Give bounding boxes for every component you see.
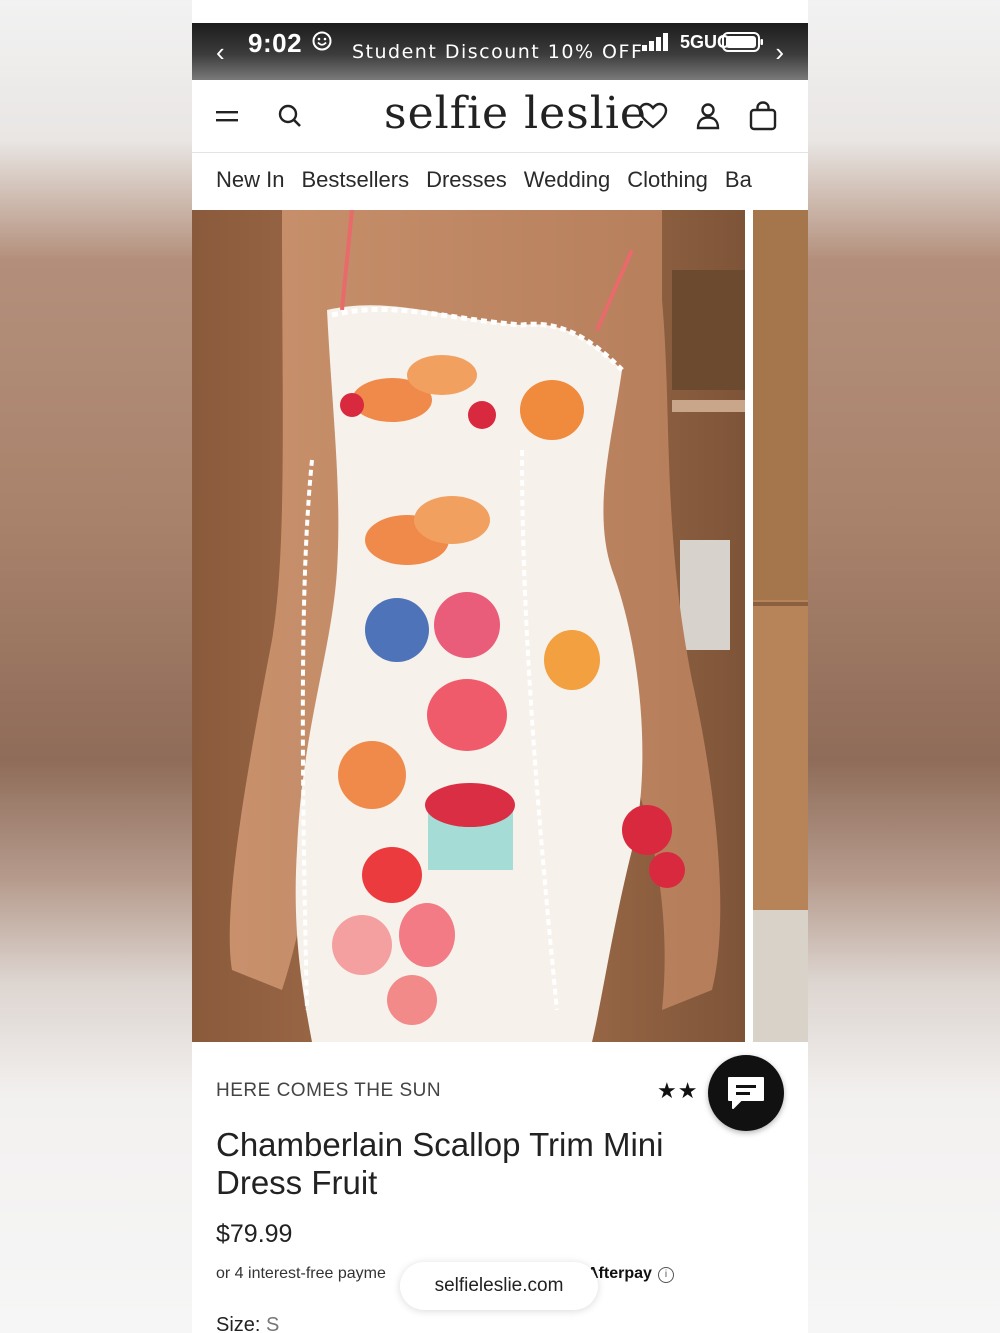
product-title: Chamberlain Scallop Trim Mini Dress Frui… xyxy=(216,1126,664,1201)
shopping-bag-icon[interactable] xyxy=(745,98,781,134)
size-selector-label[interactable]: Size: S xyxy=(216,1314,279,1333)
promo-message[interactable]: Student Discount 10% OFF xyxy=(352,41,643,63)
promo-prev-arrow-icon[interactable]: ‹ xyxy=(216,37,225,68)
product-price: $79.99 xyxy=(216,1220,293,1248)
product-image[interactable] xyxy=(192,210,745,1042)
site-logo[interactable]: selfie leslie xyxy=(384,88,647,139)
phone-screen: ‹ 9:02 Student Discount 10% OFF 5GUC › s… xyxy=(192,0,808,1333)
heart-icon[interactable] xyxy=(635,98,671,134)
nav-item-wedding[interactable]: Wedding xyxy=(524,153,610,193)
category-nav: New In Bestsellers Dresses Wedding Clothing B… xyxy=(192,153,808,210)
search-icon[interactable] xyxy=(272,98,308,134)
status-time: 9:02 xyxy=(248,28,303,58)
nav-item-new-in[interactable]: New In xyxy=(216,153,284,193)
battery-icon xyxy=(722,32,763,52)
nav-item-dresses[interactable]: Dresses xyxy=(426,153,507,193)
installments-text: or 4 interest-free payme xyxy=(216,1265,386,1282)
nav-item-bestsellers[interactable]: Bestsellers xyxy=(301,153,409,193)
promo-next-arrow-icon[interactable]: › xyxy=(775,37,784,68)
product-gallery[interactable] xyxy=(192,210,808,1042)
rating-stars[interactable]: ★★ xyxy=(657,1078,698,1104)
product-brand[interactable]: HERE COMES THE SUN xyxy=(216,1080,441,1102)
size-value: S xyxy=(266,1314,280,1333)
smiley-icon xyxy=(312,31,332,51)
site-header: selfie leslie xyxy=(192,80,808,153)
next-product-image[interactable] xyxy=(753,210,808,1042)
info-icon[interactable]: i xyxy=(658,1267,674,1283)
nav-item-partial[interactable]: Ba xyxy=(725,153,752,193)
signal-icon xyxy=(642,33,668,51)
chat-bubble-icon[interactable] xyxy=(708,1055,784,1131)
user-icon[interactable] xyxy=(690,98,726,134)
nav-item-clothing[interactable]: Clothing xyxy=(627,153,708,193)
promo-banner: ‹ 9:02 Student Discount 10% OFF 5GUC › xyxy=(192,23,808,80)
browser-url-bar[interactable]: selfieleslie.com xyxy=(400,1262,598,1310)
hamburger-menu-icon[interactable] xyxy=(210,98,246,134)
size-label: Size: xyxy=(216,1314,261,1333)
nav-fade xyxy=(758,153,808,210)
